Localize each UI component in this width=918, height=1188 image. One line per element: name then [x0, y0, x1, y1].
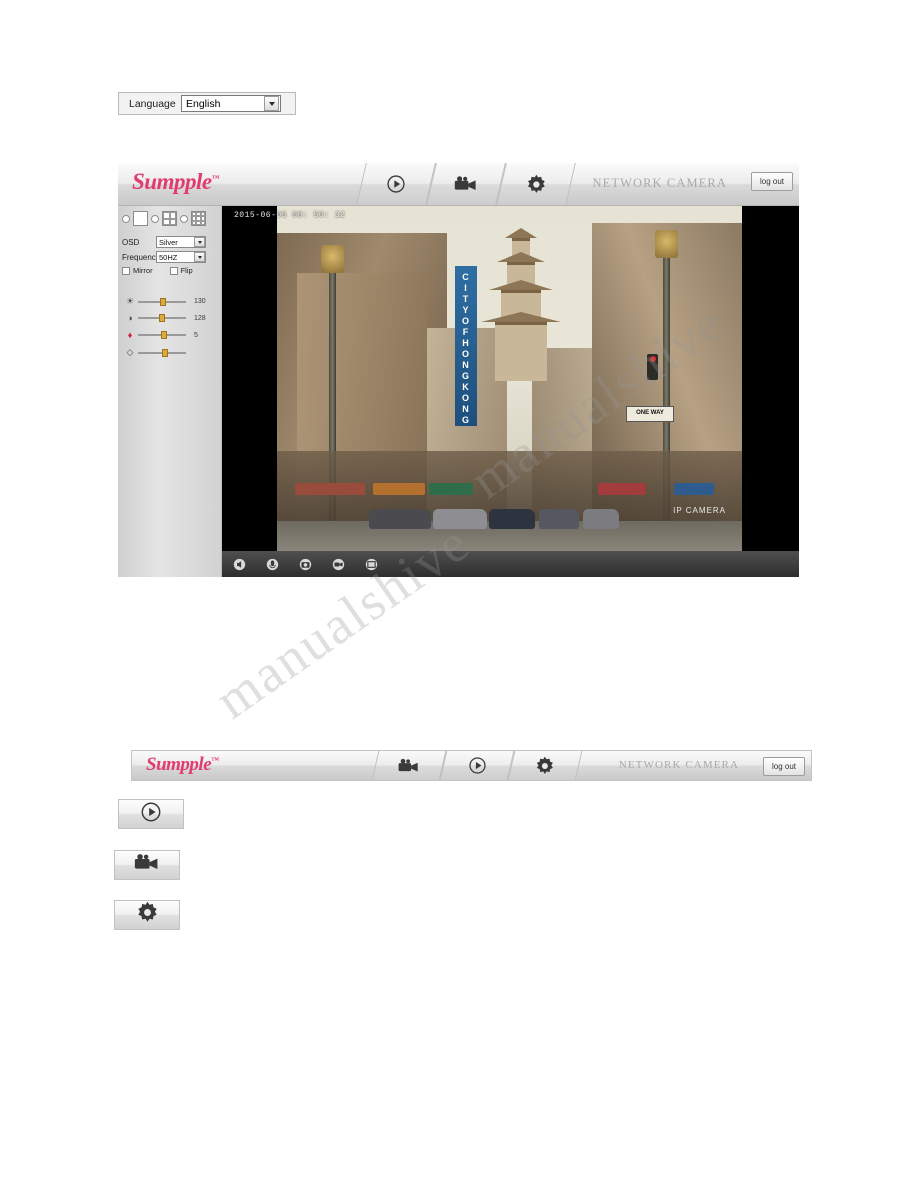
video-stream-area[interactable]: 2015-06-06 08: 50: 32 C I T Y O F H O N … — [222, 206, 799, 551]
hue-slider[interactable]: ◇ — [124, 347, 216, 358]
traffic-light — [647, 354, 658, 380]
brand-logo-secondary: Sumpple™ — [146, 754, 219, 776]
single-pane-icon[interactable] — [133, 211, 148, 226]
frequency-select[interactable]: 50HZ — [156, 251, 206, 263]
language-select[interactable]: English — [181, 95, 281, 112]
talk-icon[interactable] — [265, 557, 280, 572]
saturation-icon: ♦ — [127, 330, 133, 340]
gear-icon — [535, 756, 555, 776]
logout-button[interactable]: log out — [751, 172, 793, 191]
flip-checkbox[interactable] — [169, 266, 178, 275]
audio-icon[interactable] — [232, 557, 247, 572]
brand-logo: Sumpple™ — [132, 169, 220, 195]
page-title: NETWORK CAMERA — [592, 176, 727, 190]
snapshot-icon[interactable] — [298, 557, 313, 572]
play-circle-icon — [386, 174, 406, 194]
camera-header-bar: Sumpple™ NETWORK CAMERA log out — [118, 163, 799, 206]
page-title-secondary: NETWORK CAMERA — [618, 759, 739, 771]
video-toolbar — [222, 551, 799, 577]
contrast-icon: ◑ — [127, 313, 133, 323]
chevron-down-icon[interactable] — [194, 237, 205, 247]
brightness-slider[interactable]: ☀ 130 — [124, 296, 216, 307]
logout-button-secondary[interactable]: log out — [763, 757, 805, 776]
camera-body: OSD Silver Frequency 50HZ Mirror Flip ☀ … — [118, 206, 799, 577]
video-wrapper: 2015-06-06 08: 50: 32 C I T Y O F H O N … — [222, 206, 799, 577]
fullscreen-icon[interactable] — [364, 557, 379, 572]
language-label: Language — [129, 97, 176, 110]
brand-logo-tm: ™ — [211, 755, 219, 765]
play-circle-icon — [140, 801, 162, 828]
header-nav-tabs — [356, 163, 576, 205]
language-selector-box: Language English — [118, 92, 296, 115]
mirror-checkbox[interactable] — [122, 266, 130, 275]
legend-playback-button[interactable] — [114, 850, 180, 880]
chevron-down-icon[interactable] — [264, 96, 279, 111]
brand-logo-text: Sumpple — [132, 169, 212, 194]
street-scene-image: CITYOFHONGKONG ONE WAY IP CAMERA — [277, 206, 742, 551]
osd-label: OSD — [122, 237, 140, 247]
gear-icon — [526, 174, 547, 195]
pagoda-tower — [475, 228, 567, 381]
brightness-value: 130 — [194, 298, 206, 305]
nine-pane-icon[interactable] — [191, 211, 206, 226]
playback-tab[interactable] — [426, 163, 506, 205]
saturation-slider[interactable]: ♦ 5 — [124, 330, 216, 340]
quad-pane-icon[interactable] — [162, 211, 177, 226]
saturation-value: 5 — [194, 331, 198, 339]
chevron-down-icon[interactable] — [194, 252, 205, 262]
live-view-tab[interactable] — [356, 163, 436, 205]
layout-options-row — [122, 211, 206, 226]
brand-logo-tm: ™ — [211, 173, 220, 183]
frequency-select-value: 50HZ — [159, 252, 178, 262]
settings-tab[interactable] — [496, 163, 576, 205]
play-circle-icon — [468, 756, 487, 775]
osd-select-value: Silver — [159, 237, 178, 247]
legend-live-view-button[interactable] — [118, 799, 184, 829]
osd-row: OSD Silver — [122, 236, 206, 248]
ip-camera-watermark: IP CAMERA — [673, 506, 726, 515]
mirror-label: Mirror — [133, 266, 153, 275]
parked-cars — [369, 495, 659, 529]
video-camera-icon — [398, 758, 420, 774]
camera-side-panel: OSD Silver Frequency 50HZ Mirror Flip ☀ … — [118, 206, 222, 577]
record-icon[interactable] — [331, 557, 346, 572]
hue-icon: ◇ — [126, 347, 134, 357]
video-camera-icon — [454, 175, 478, 193]
gear-icon — [136, 901, 159, 929]
settings-tab[interactable] — [507, 751, 583, 780]
live-view-tab[interactable] — [439, 751, 515, 780]
mirror-flip-row: Mirror Flip — [122, 266, 193, 275]
nine-view-radio[interactable] — [180, 214, 188, 223]
osd-select[interactable]: Silver — [156, 236, 206, 248]
camera-header-bar-secondary: Sumpple™ NETWORK CAMERA log out — [131, 750, 812, 781]
contrast-value: 128 — [194, 314, 206, 322]
contrast-slider[interactable]: ◑ 128 — [124, 313, 216, 323]
header-nav-tabs-secondary — [371, 751, 583, 780]
frequency-label: Frequency — [122, 252, 160, 262]
playback-tab[interactable] — [371, 751, 447, 780]
brand-logo-text: Sumpple — [146, 754, 212, 775]
frequency-row: Frequency 50HZ — [122, 251, 206, 263]
flip-label: Flip — [180, 266, 193, 275]
single-view-radio[interactable] — [122, 214, 130, 223]
quad-view-radio[interactable] — [151, 214, 159, 223]
osd-timestamp: 2015-06-06 08: 50: 32 — [234, 211, 346, 220]
language-select-value: English — [186, 97, 221, 110]
video-camera-icon — [134, 853, 160, 877]
one-way-sign: ONE WAY — [626, 406, 674, 422]
legend-settings-button[interactable] — [114, 900, 180, 930]
camera-web-ui-panel: Sumpple™ NETWORK CAMERA log out OSD Silv… — [118, 163, 799, 577]
street-banner: CITYOFHONGKONG — [455, 266, 477, 426]
brightness-icon: ☀ — [125, 296, 135, 306]
